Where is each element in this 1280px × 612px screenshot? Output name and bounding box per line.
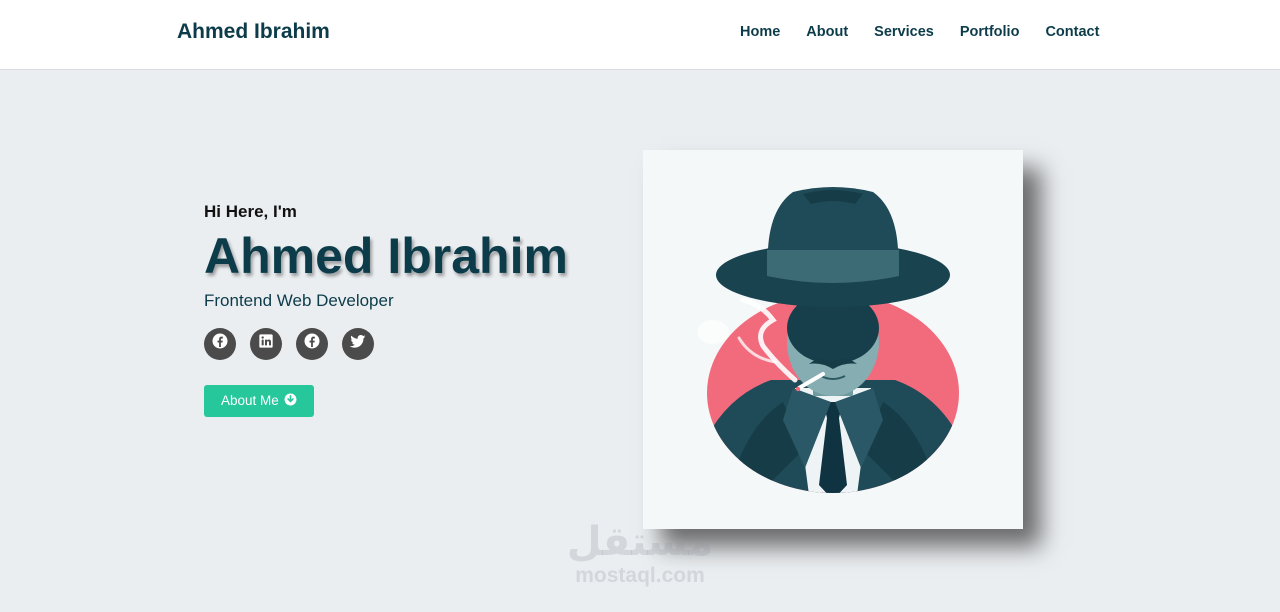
twitter-icon xyxy=(349,332,367,355)
arrow-down-circle-icon xyxy=(284,393,297,409)
facebook-icon xyxy=(303,332,321,355)
nav-link-about[interactable]: About xyxy=(806,24,848,40)
navbar: Ahmed Ibrahim Home About Services Portfo… xyxy=(0,0,1280,70)
portrait-card xyxy=(643,150,1023,529)
watermark: مستقل mostaql.com xyxy=(560,522,720,588)
nav-links: Home About Services Portfolio Contact xyxy=(740,24,1099,40)
linkedin-link[interactable] xyxy=(250,327,282,360)
facebook-icon xyxy=(211,332,229,355)
nav-link-services[interactable]: Services xyxy=(874,24,934,40)
nav-link-home[interactable]: Home xyxy=(740,24,780,40)
about-me-button[interactable]: About Me xyxy=(204,384,314,417)
facebook-link[interactable] xyxy=(204,327,236,360)
brand-logo[interactable]: Ahmed Ibrahim xyxy=(177,20,330,44)
hero-greeting: Hi Here, I'm xyxy=(204,202,297,221)
about-me-label: About Me xyxy=(221,393,279,408)
social-links xyxy=(204,327,624,360)
watermark-arabic: مستقل xyxy=(566,520,714,564)
nav-link-contact[interactable]: Contact xyxy=(1045,24,1099,40)
nav-link-portfolio[interactable]: Portfolio xyxy=(960,24,1020,40)
watermark-latin: mostaql.com xyxy=(575,564,705,587)
hero-role: Frontend Web Developer xyxy=(204,290,394,310)
avatar-illustration xyxy=(697,187,959,493)
hero-name: Ahmed Ibrahim xyxy=(204,228,568,284)
hero-section: Hi Here, I'm Ahmed Ibrahim Frontend Web … xyxy=(204,202,624,417)
twitter-link[interactable] xyxy=(342,327,374,360)
facebook-link-secondary[interactable] xyxy=(296,327,328,360)
linkedin-icon xyxy=(258,333,274,354)
